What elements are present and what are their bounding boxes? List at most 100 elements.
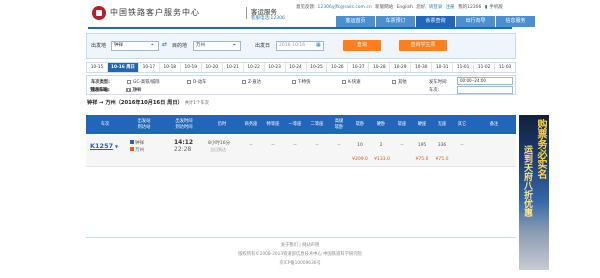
col-soft-seat: 软座 [397, 121, 407, 127]
footer-links[interactable]: 关于我们 | 网站声明 [0, 242, 600, 248]
arrive-day: 当日到达 [210, 147, 226, 152]
filter-other[interactable]: 其他 [392, 79, 407, 85]
time-label: 发车时间: [429, 80, 448, 85]
from-station-name: 钟祥 [135, 141, 144, 146]
checkbox[interactable] [292, 79, 296, 84]
date-tab[interactable]: 10-27 [348, 63, 370, 72]
site-title[interactable]: 中国铁路客户服务中心 [110, 7, 200, 18]
route-title: 钟祥 → 万州（2016年10月16日 周日） [87, 100, 183, 106]
date-tab[interactable]: 10-29 [390, 63, 412, 72]
date-tab[interactable]: 10-23 [265, 63, 286, 72]
col-duration[interactable]: 历时 [204, 115, 240, 134]
col-business: 商务座 [244, 121, 258, 127]
date-tab[interactable]: 10-20 [202, 63, 223, 72]
my-12306-link[interactable]: 我的12306 [458, 5, 481, 10]
nav-booking[interactable]: 车票预订 [376, 16, 415, 27]
filter-label: T-特快 [298, 80, 311, 85]
footer-copyright: 版权所有©2008-2013铁道部信息技术中心 中国铁道科学研究院 [238, 252, 362, 257]
soft-seat: -- [400, 143, 404, 148]
date-tab[interactable]: 10-31 [432, 63, 454, 72]
col-hard-seat: 硬座 [417, 121, 427, 127]
date-tab[interactable]: 10-21 [223, 63, 244, 72]
col-note: 备注 [489, 121, 499, 127]
soft-sleeper-price: ¥209.0 [352, 157, 368, 162]
date-tab[interactable]: 10-24 [286, 63, 307, 72]
hard-sleeper-count[interactable]: 2 [370, 143, 392, 148]
date-tab[interactable]: 10-26 [327, 63, 349, 72]
date-tab[interactable]: 10-19 [181, 63, 202, 72]
calendar-icon[interactable]: ▦ [316, 42, 321, 48]
date-tab[interactable]: 10-17 [139, 63, 160, 72]
date-tab[interactable]: 11-01 [453, 63, 475, 72]
date-tab[interactable]: 10-18 [160, 63, 181, 72]
col-times[interactable]: 出发时间 到达时间 [164, 115, 204, 134]
footer-icp[interactable]: 京ICP备10009636号 [0, 260, 600, 266]
date-tab-active[interactable]: 10-16 周日 [107, 63, 139, 72]
date-tab[interactable]: 11-03 [495, 63, 515, 72]
start-station-icon [130, 140, 134, 144]
mobile-link[interactable]: 手机版 [489, 5, 503, 10]
swap-icon[interactable]: ⇄ [162, 41, 167, 48]
railway-logo-icon[interactable] [92, 6, 106, 20]
filter-gc[interactable]: GC-高铁/城际 [127, 79, 160, 85]
col-adv-soft-sleeper: 高级 软卧 [334, 118, 344, 130]
soft-sleeper-count[interactable]: 10 [350, 143, 370, 148]
date-tab[interactable]: 10-15 [87, 63, 108, 72]
filter-z[interactable]: Z-直达 [242, 79, 261, 85]
arrive-time: 22:28 [174, 146, 192, 153]
col-first: 一等座 [288, 121, 302, 127]
chevron-down-icon[interactable]: ▼ [115, 144, 118, 149]
date-tab[interactable]: 10-28 [369, 63, 391, 72]
filter-d[interactable]: D-动车 [187, 79, 206, 85]
new-site-link[interactable]: 新版网站 [375, 5, 393, 10]
from-label: 出发地 [91, 43, 107, 49]
language-link[interactable]: English [397, 5, 413, 10]
filter-t[interactable]: T-特快 [292, 79, 310, 85]
filter-k[interactable]: K-快速 [342, 79, 361, 85]
nav-info-service[interactable]: 信息服务 [496, 16, 535, 27]
date-tab[interactable]: 11-02 [474, 63, 496, 72]
col-stations[interactable]: 出发站 到达站 [124, 115, 164, 134]
train-number-link[interactable]: K1257 [90, 142, 113, 150]
date-tab[interactable]: 10-25 [307, 63, 328, 72]
checkbox[interactable] [127, 79, 131, 84]
feedback-email-link[interactable]: 12306yjfk@rails.com.cn [318, 5, 372, 10]
checkbox[interactable] [392, 79, 396, 84]
hard-seat-count[interactable]: 195 [412, 143, 432, 148]
register-link[interactable]: 注册 [446, 5, 455, 10]
col-second: 二等座 [310, 121, 324, 127]
student-query-button[interactable]: 查询学生票 [399, 40, 447, 51]
login-prefix: 您好, [416, 5, 427, 10]
location-pin-icon[interactable]: ⌖ [233, 42, 236, 48]
end-station-icon [130, 147, 134, 151]
promo-line1: 购票务必实名 [535, 119, 546, 179]
nav-ticket-query[interactable]: 余票查询 [416, 16, 455, 27]
col-soft-sleeper: 软卧 [355, 121, 365, 127]
price-row: ¥209.0 ¥133.0 ¥75.0 ¥75.0 [86, 154, 516, 166]
train-no-input[interactable] [457, 86, 513, 94]
date-tab[interactable]: 10-30 [411, 63, 433, 72]
first-seat: -- [293, 143, 297, 148]
login-link[interactable]: 请登录 [429, 5, 443, 10]
checkbox[interactable] [126, 87, 130, 92]
depart-time: 14:12 [174, 139, 194, 146]
duration: 8小时16分 [208, 141, 231, 146]
time-select[interactable]: 00:00--24:00 [457, 77, 513, 85]
no-seat-count[interactable]: 336 [432, 143, 452, 148]
checkbox[interactable] [342, 79, 346, 84]
checkbox[interactable] [187, 79, 191, 84]
hard-sleeper-price: ¥133.0 [374, 157, 390, 162]
date-label: 出发日 [255, 43, 271, 49]
filter-label: 万州 [132, 88, 141, 93]
col-other: 其它 [457, 121, 467, 127]
location-pin-icon[interactable]: ⌖ [151, 42, 154, 48]
checkbox[interactable] [242, 79, 246, 84]
promo-line2: 运到天府八折优惠 [522, 145, 532, 217]
filter-to-station[interactable]: 万州 [126, 87, 141, 93]
mobile-icon: ▮ [484, 5, 488, 10]
to-label: 目的地 [172, 43, 188, 49]
nav-travel-guide[interactable]: 出行向导 [456, 16, 495, 27]
date-tab[interactable]: 10-22 [244, 63, 265, 72]
query-button[interactable]: 查询 [343, 40, 381, 51]
nav-home[interactable]: 客运首页 [336, 16, 375, 27]
